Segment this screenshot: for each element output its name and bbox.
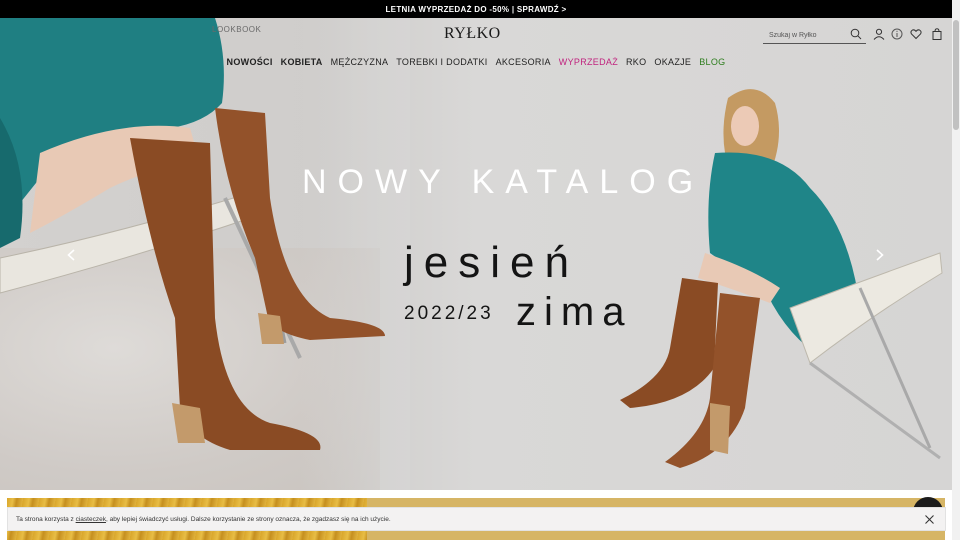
- info-icon[interactable]: [890, 27, 904, 41]
- cookie-bar: Ta strona korzysta z ciasteczek, aby lep…: [7, 507, 946, 531]
- nav-item-kobieta[interactable]: KOBIETA: [281, 57, 323, 67]
- hero-title: NOWY KATALOG: [302, 163, 705, 201]
- nav-item-nowosci[interactable]: NOWOŚCI: [227, 57, 273, 67]
- main-nav: NOWOŚCI KOBIETA MĘŻCZYZNA TOREBKI I DODA…: [0, 57, 952, 67]
- cookie-message: Ta strona korzysta z ciasteczek, aby lep…: [16, 515, 391, 523]
- hero-year: 2022/23: [404, 303, 494, 324]
- hero-season-winter: zima: [516, 290, 633, 334]
- right-model-image: [620, 89, 943, 468]
- scrollbar-thumb[interactable]: [953, 20, 959, 130]
- chevron-right-icon[interactable]: [873, 246, 887, 264]
- nav-item-torebki-i-dodatki[interactable]: TOREBKI I DODATKI: [396, 57, 487, 67]
- hero-banner[interactable]: LOOKBOOK RYŁKO NOWOŚCI KOBIETA MĘŻCZYZNA…: [0, 18, 952, 490]
- close-icon[interactable]: [924, 514, 935, 525]
- lookbook-link[interactable]: LOOKBOOK: [212, 25, 261, 34]
- promo-bar[interactable]: LETNIA WYPRZEDAŻ DO -50% | SPRAWDŹ >: [0, 0, 952, 18]
- page: LETNIA WYPRZEDAŻ DO -50% | SPRAWDŹ > LOO…: [0, 0, 960, 540]
- nav-item-wyprzedaz[interactable]: WYPRZEDAŻ: [559, 57, 618, 67]
- search-icon[interactable]: [850, 28, 862, 40]
- left-model-image: [0, 18, 385, 450]
- cookie-policy-link[interactable]: ciasteczek: [76, 516, 106, 523]
- brand-logo[interactable]: RYŁKO: [444, 25, 501, 43]
- chevron-left-icon[interactable]: [64, 246, 78, 264]
- promo-text[interactable]: LETNIA WYPRZEDAŻ DO -50% | SPRAWDŹ >: [386, 5, 567, 14]
- nav-item-mezczyzna[interactable]: MĘŻCZYZNA: [331, 57, 389, 67]
- nav-item-akcesoria[interactable]: AKCESORIA: [496, 57, 551, 67]
- nav-item-okazje[interactable]: OKAZJE: [654, 57, 691, 67]
- heart-icon[interactable]: [909, 27, 923, 41]
- nav-item-rko[interactable]: RKO: [626, 57, 646, 67]
- hero-season-autumn: jesień: [404, 238, 579, 287]
- search-box[interactable]: [763, 27, 866, 44]
- user-icon[interactable]: [872, 27, 886, 41]
- page-scrollbar[interactable]: [952, 0, 960, 540]
- search-input[interactable]: [769, 28, 849, 42]
- nav-item-blog[interactable]: BLOG: [699, 57, 725, 67]
- bag-icon[interactable]: [930, 27, 944, 41]
